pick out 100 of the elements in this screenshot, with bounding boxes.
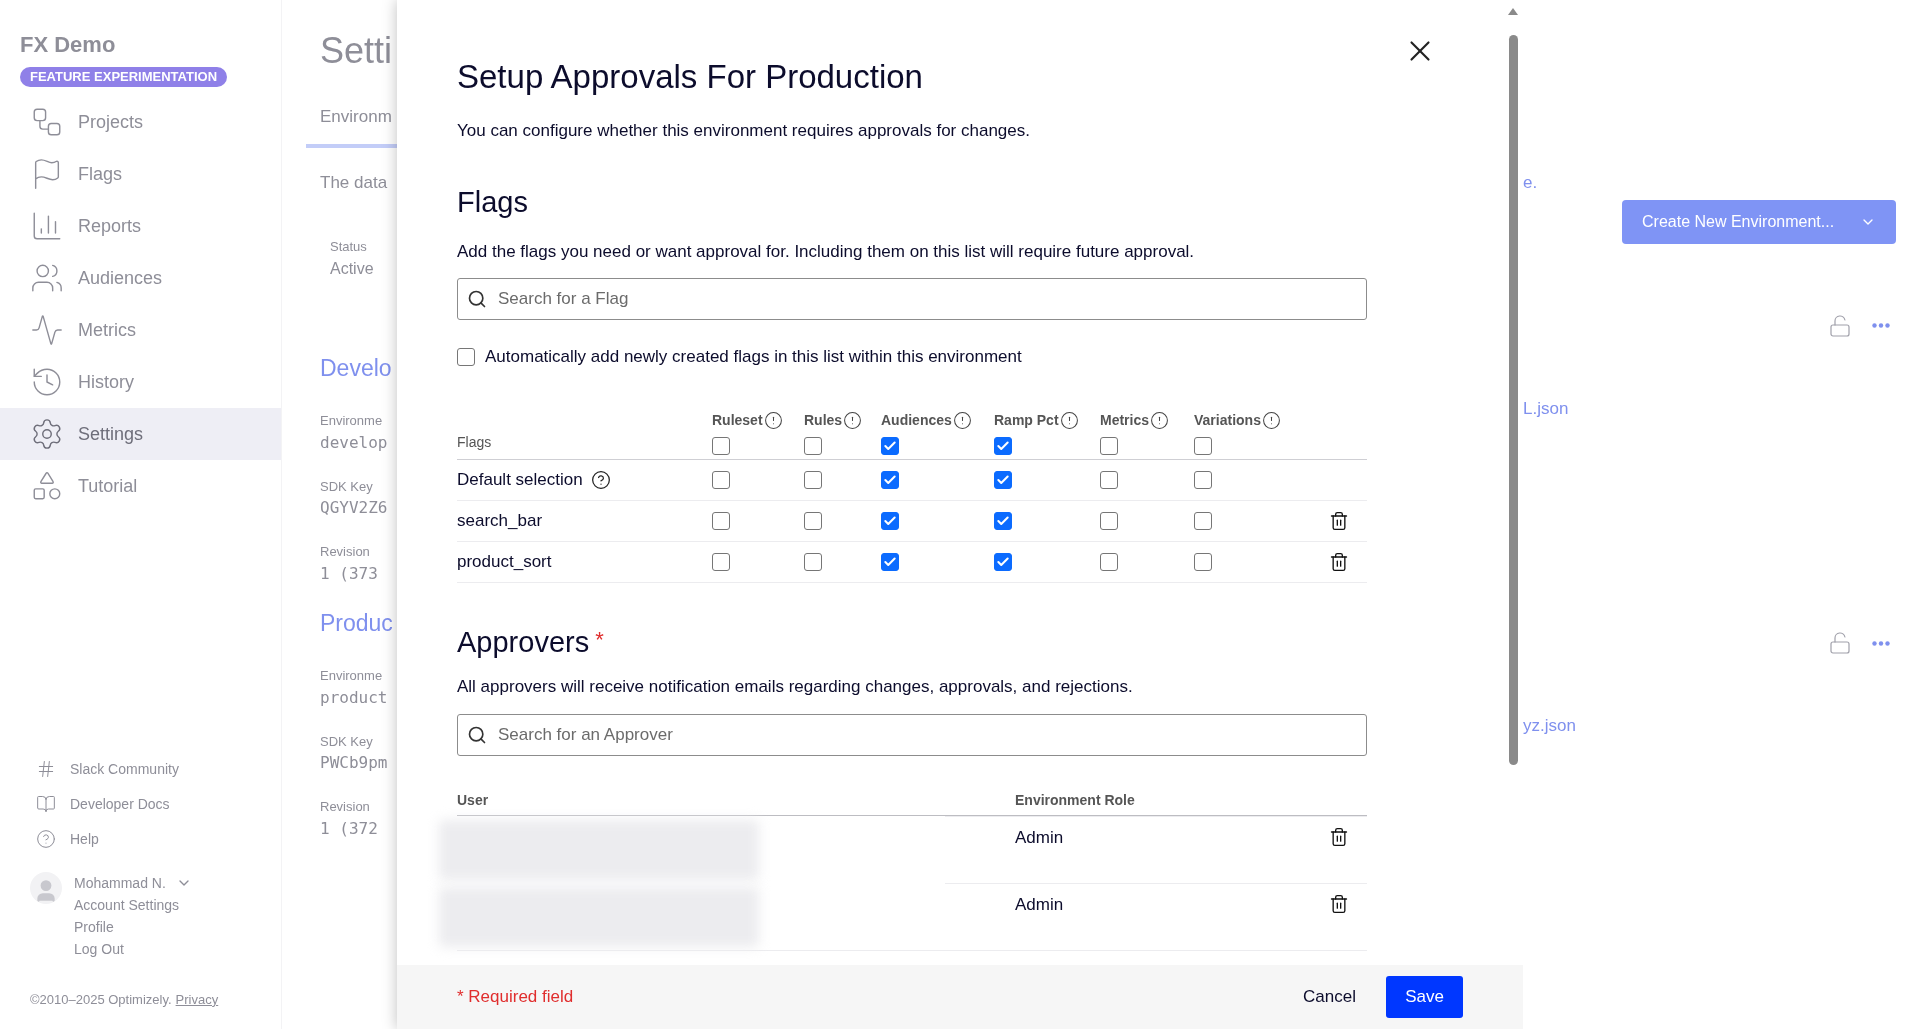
privacy-link[interactable]: Privacy [175, 989, 219, 1009]
checkbox[interactable] [1100, 511, 1118, 530]
background-label: SDK Key [320, 477, 374, 496]
sidebar-link[interactable]: Developer Docs [70, 793, 170, 815]
nav-item[interactable]: Audiences [0, 252, 281, 304]
checkbox[interactable] [712, 511, 730, 530]
checkbox[interactable] [1100, 470, 1118, 489]
background-label: Environme [320, 412, 384, 430]
nav-item[interactable]: Flags [0, 148, 281, 200]
role-text: Admin [945, 882, 1329, 950]
background-code: 1 (372 [320, 817, 379, 840]
required-mark: * [595, 625, 604, 654]
background-section: Produc [320, 605, 397, 640]
book-icon [36, 794, 56, 814]
info-icon [1150, 410, 1170, 430]
check-icon [996, 554, 1010, 569]
help-icon [36, 829, 56, 849]
check-icon [996, 438, 1010, 453]
background-label: Status [329, 238, 368, 256]
checkbox[interactable] [804, 552, 822, 571]
background-code: product [320, 686, 389, 709]
column-header: Ruleset [712, 410, 763, 430]
background-label: Revision [320, 543, 371, 561]
check-icon [883, 438, 897, 453]
checkbox[interactable] [1194, 436, 1212, 455]
checkbox[interactable] [994, 552, 1012, 571]
checkbox[interactable] [881, 436, 899, 455]
account-link[interactable]: Log Out [74, 937, 192, 960]
checkbox[interactable] [804, 470, 822, 489]
column-header: Environment Role [1015, 790, 1136, 810]
checkbox[interactable] [712, 436, 730, 455]
more-icon[interactable] [1872, 323, 1890, 328]
column-header: Metrics [1100, 410, 1150, 430]
checkbox[interactable] [457, 347, 475, 366]
nav-item[interactable]: Reports [0, 200, 281, 252]
search-icon [467, 724, 487, 745]
nav-item[interactable]: Metrics [0, 304, 281, 356]
checkbox[interactable] [1194, 470, 1212, 489]
avatar [30, 871, 62, 904]
cancel-button[interactable]: Cancel [1287, 977, 1372, 1017]
checkbox[interactable] [881, 470, 899, 489]
search-field[interactable]: Search for an Approver [457, 713, 1367, 756]
hash-icon [36, 759, 56, 779]
info-icon [763, 410, 783, 430]
checkbox[interactable] [994, 436, 1012, 455]
nav-item[interactable]: Tutorial [0, 460, 281, 512]
checkbox[interactable] [881, 552, 899, 571]
modal-title: Setup Approvals For Production [457, 57, 924, 97]
checkbox[interactable] [712, 470, 730, 489]
flag-name: search_bar [457, 509, 543, 532]
column-header: User [457, 790, 490, 810]
sidebar-link[interactable]: Help [70, 828, 99, 850]
checkbox[interactable] [1100, 552, 1118, 571]
checkbox[interactable] [994, 470, 1012, 489]
background-label: Environme [320, 667, 384, 685]
checkbox[interactable] [1194, 511, 1212, 530]
checkbox[interactable] [881, 511, 899, 530]
account-link[interactable]: Profile [74, 915, 192, 938]
check-icon [883, 472, 897, 487]
sidebar-link[interactable]: Slack Community [70, 758, 179, 780]
checkbox[interactable] [1194, 552, 1212, 571]
account-link[interactable]: Account Settings [74, 893, 192, 916]
section-heading: Approvers [457, 624, 590, 660]
checkbox[interactable] [804, 436, 822, 455]
background-text: The data [320, 171, 389, 194]
column-header: Audiences [881, 410, 952, 430]
search-icon [467, 289, 487, 309]
nav-item[interactable]: History [0, 356, 281, 408]
check-icon [883, 513, 897, 528]
checkbox[interactable] [994, 511, 1012, 530]
delete-icon[interactable] [1329, 551, 1349, 572]
check-icon [996, 513, 1010, 528]
nav-item[interactable]: Projects [0, 96, 281, 148]
checkbox[interactable] [1100, 436, 1118, 455]
search-field[interactable]: Search for a Flag [457, 278, 1367, 320]
file-link[interactable]: yz.json [1523, 713, 1920, 739]
background-heading: Setti [320, 29, 394, 73]
file-link[interactable]: L.json [1523, 395, 1920, 421]
create-environment-button[interactable]: Create New Environment... [1622, 199, 1896, 244]
checkbox[interactable] [712, 552, 730, 571]
background-code: develop [320, 431, 389, 454]
info-icon [952, 410, 972, 430]
column-header: Rules [804, 410, 843, 430]
section-description: Add the flags you need or want approval for. Including them on this list will require future approval. [457, 240, 1196, 263]
user-name[interactable]: Mohammad N. [74, 871, 166, 894]
delete-icon[interactable] [1329, 510, 1349, 531]
section-heading: Flags [457, 185, 529, 220]
background-code: 1 (373 [320, 562, 379, 585]
column-header: Variations [1194, 410, 1261, 430]
checkbox[interactable] [804, 511, 822, 530]
delete-icon[interactable] [1329, 826, 1349, 847]
app-title: FX Demo [20, 31, 117, 59]
copyright: ©2010–2025 Optimizely. [30, 990, 172, 1009]
help-icon [590, 469, 611, 490]
more-icon[interactable] [1872, 640, 1890, 646]
info-icon [1261, 410, 1281, 430]
nav-item[interactable]: Settings [0, 408, 281, 460]
delete-icon[interactable] [1329, 893, 1349, 914]
background-code: PWCb9pm [320, 752, 389, 774]
save-button[interactable]: Save [1386, 976, 1463, 1018]
